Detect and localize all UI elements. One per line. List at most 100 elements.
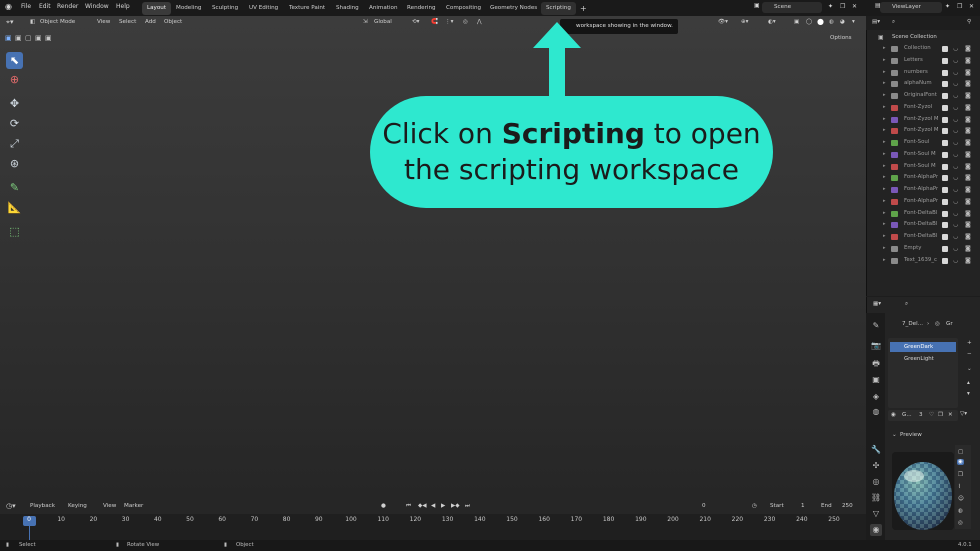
play-reverse-icon[interactable]: ◀: [431, 503, 435, 509]
start-frame[interactable]: 1: [801, 503, 805, 509]
exclude-checkbox[interactable]: [942, 245, 948, 252]
preview-world-icon[interactable]: ◎: [958, 520, 963, 526]
add-menu[interactable]: Add: [145, 19, 156, 25]
outliner-row[interactable]: ▸ Text_1639_c ◡ ◙: [866, 255, 980, 267]
pivot-icon[interactable]: ⟲▾: [412, 19, 420, 25]
blender-logo-icon[interactable]: ◉: [5, 2, 12, 11]
material-tab-icon[interactable]: ◉: [870, 524, 882, 536]
exclude-checkbox[interactable]: [942, 116, 948, 123]
move-slot-up-icon[interactable]: ▴: [967, 380, 970, 386]
outliner-row[interactable]: ▸ Font-Soul ◡ ◙: [866, 137, 980, 149]
playback-menu[interactable]: Playback: [30, 503, 55, 509]
outliner-row[interactable]: ▸ Collection ◡ ◙: [866, 43, 980, 55]
duplicate-material-icon[interactable]: ❐: [938, 412, 943, 418]
expand-chevron-icon[interactable]: ▸: [883, 67, 886, 79]
expand-chevron-icon[interactable]: ▸: [883, 90, 886, 102]
expand-chevron-icon[interactable]: ▸: [883, 219, 886, 231]
menu-help[interactable]: Help: [116, 3, 130, 10]
select-box-mode-icon[interactable]: ▣: [5, 34, 12, 42]
move-slot-down-icon[interactable]: ▾: [967, 391, 970, 397]
expand-chevron-icon[interactable]: ▸: [883, 102, 886, 114]
material-slot-greenlight[interactable]: GreenLight: [890, 354, 956, 364]
render-camera-icon[interactable]: ◙: [965, 208, 971, 220]
world-tab-icon[interactable]: ◍: [870, 406, 882, 418]
render-camera-icon[interactable]: ◙: [965, 114, 971, 126]
outliner-row[interactable]: ▸ Font-Soul M ◡ ◙: [866, 149, 980, 161]
expand-chevron-icon[interactable]: ▸: [883, 196, 886, 208]
visibility-eye-icon[interactable]: ◡: [953, 102, 958, 114]
render-camera-icon[interactable]: ◙: [965, 196, 971, 208]
view-menu[interactable]: View: [97, 19, 110, 25]
preview-monkey-icon[interactable]: ☺: [958, 496, 964, 502]
preview-cube-icon[interactable]: ❒: [958, 472, 963, 478]
editor-type-icon[interactable]: ⌖▾: [6, 18, 13, 27]
tab-uv-editing[interactable]: UV Editing: [244, 2, 283, 15]
render-camera-icon[interactable]: ◙: [965, 149, 971, 161]
snap-options-icon[interactable]: ⋮▾: [445, 19, 453, 25]
material-shading-icon[interactable]: ◍: [829, 19, 834, 25]
shading-options-icon[interactable]: ▾: [852, 19, 855, 25]
clock-icon[interactable]: ◷: [752, 503, 757, 509]
end-frame[interactable]: 250: [842, 503, 853, 509]
transform-tool-icon[interactable]: ⊛: [6, 155, 23, 172]
render-camera-icon[interactable]: ◙: [965, 78, 971, 90]
exclude-checkbox[interactable]: [942, 93, 948, 99]
visibility-eye-icon[interactable]: ◡: [953, 161, 958, 173]
exclude-checkbox[interactable]: [942, 81, 948, 88]
prev-keyframe-icon[interactable]: ◆◀: [418, 503, 427, 509]
viewlayer-pin-icon[interactable]: ✦: [945, 3, 950, 10]
visibility-eye-icon[interactable]: ◡: [953, 125, 958, 137]
add-workspace-icon[interactable]: +: [575, 2, 592, 15]
expand-chevron-icon[interactable]: ▸: [883, 208, 886, 220]
tab-layout[interactable]: Layout: [142, 2, 172, 15]
outliner-row[interactable]: ▸ Font-DeltaBl ◡ ◙: [866, 219, 980, 231]
menu-edit[interactable]: Edit: [39, 3, 51, 10]
visibility-icon[interactable]: 👁▾: [718, 19, 728, 25]
record-icon[interactable]: ●: [381, 503, 386, 509]
mode-dropdown[interactable]: Object Mode: [40, 19, 75, 25]
modifier-tab-icon[interactable]: 🔧: [870, 444, 882, 456]
properties-search-icon[interactable]: ⌕: [905, 301, 908, 308]
expand-chevron-icon[interactable]: ▸: [883, 55, 886, 67]
visibility-eye-icon[interactable]: ◡: [953, 114, 958, 126]
outliner-row[interactable]: ▸ Font-Soul M ◡ ◙: [866, 161, 980, 173]
particles-tab-icon[interactable]: ✣: [870, 460, 882, 472]
pin-icon[interactable]: ✦: [828, 3, 833, 10]
exclude-checkbox[interactable]: [942, 151, 948, 158]
render-camera-icon[interactable]: ◙: [965, 172, 971, 184]
outliner-row[interactable]: ▸ Font-DeltaBl ◡ ◙: [866, 208, 980, 220]
snap-icon[interactable]: 🧲: [431, 19, 438, 25]
exclude-checkbox[interactable]: [942, 163, 948, 170]
material-slot-greendark[interactable]: GreenDark: [890, 342, 956, 352]
timeline-view-menu[interactable]: View: [103, 503, 116, 509]
remove-slot-icon[interactable]: −: [967, 351, 972, 357]
gizmo-icon[interactable]: ⊕▾: [741, 19, 749, 25]
exclude-checkbox[interactable]: [942, 257, 948, 264]
add-cube-tool-icon[interactable]: ⬚: [6, 223, 23, 240]
slot-specials-icon[interactable]: ⌄: [967, 366, 972, 372]
tool-tab-icon[interactable]: ✎: [870, 320, 882, 332]
visibility-eye-icon[interactable]: ◡: [953, 78, 958, 90]
select-menu[interactable]: Select: [119, 19, 136, 25]
exclude-checkbox[interactable]: [942, 210, 948, 217]
fake-user-icon[interactable]: ♡: [929, 412, 934, 418]
output-tab-icon[interactable]: 🖶: [870, 358, 882, 370]
visibility-eye-icon[interactable]: ◡: [953, 255, 958, 267]
exclude-checkbox[interactable]: [942, 140, 948, 146]
cursor-tool-icon[interactable]: ⊕: [6, 71, 23, 88]
viewlayer-selector[interactable]: ViewLayer: [880, 2, 942, 13]
material-browser[interactable]: ◉ G... 3 ♡ ❐ ✕: [888, 410, 958, 421]
tab-modeling[interactable]: Modeling: [171, 2, 206, 15]
preview-sphere-icon[interactable]: ◉: [957, 459, 964, 465]
select-extend-icon[interactable]: ▣: [15, 34, 22, 42]
constraints-tab-icon[interactable]: ⛓: [870, 492, 882, 504]
expand-chevron-icon[interactable]: ▸: [883, 149, 886, 161]
physics-tab-icon[interactable]: ◎: [870, 476, 882, 488]
preview-hair-icon[interactable]: ⌇: [958, 484, 961, 490]
outliner-row[interactable]: ▸ Font-AlphaPr ◡ ◙: [866, 172, 980, 184]
timeline-editor-icon[interactable]: ◷▾: [6, 502, 16, 510]
visibility-eye-icon[interactable]: ◡: [953, 219, 958, 231]
visibility-eye-icon[interactable]: ◡: [953, 172, 958, 184]
outliner-row[interactable]: ▸ Font-Zyzol ◡ ◙: [866, 102, 980, 114]
expand-chevron-icon[interactable]: ▸: [883, 172, 886, 184]
